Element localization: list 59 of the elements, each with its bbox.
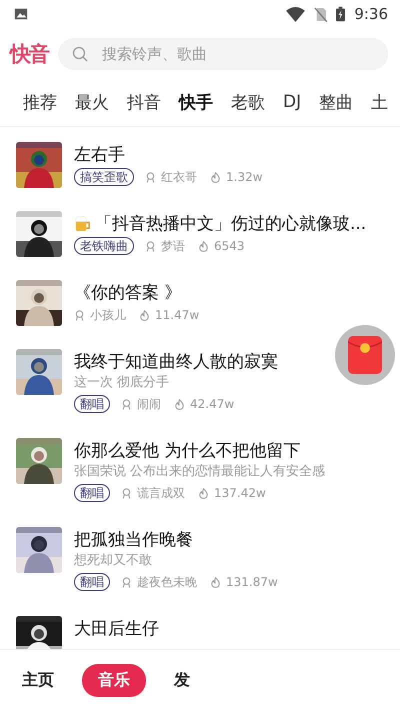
person-icon [145,172,156,182]
song-title[interactable]: 大田后生仔 [74,616,159,640]
status-time: 9:36 [354,5,388,23]
nav-tab[interactable]: 发 [164,664,200,696]
play-count: 137.42w [214,486,266,500]
beer-mug-icon [74,214,91,232]
author-name: 梦语 [161,238,185,254]
category-tag: 搞笑歪歌 [74,168,134,186]
song-title[interactable]: 「抖音热播中文」伤过的心就像玻... [95,212,366,234]
author-name: 趁夜色未晚 [137,574,197,590]
flame-icon [198,240,209,252]
author-name: 小孩儿 [90,306,126,324]
author-name: 闹闹 [137,396,161,412]
play-count: 11.47w [155,308,200,322]
category-tag: 翻唱 [74,395,110,413]
category-tab[interactable]: 推荐 [14,80,66,126]
battery-icon [336,6,346,22]
song-title[interactable]: 《你的答案 》 [74,280,182,304]
app-logo: 快音 [10,41,48,68]
song-title[interactable]: 你那么爱他 为什么不把他留下 [74,438,300,462]
wifi-icon [286,6,306,22]
person-icon [74,310,85,320]
song-title[interactable]: 我终于知道曲终人散的寂寞 [74,350,278,372]
song-subtitle: 张国荣说 公布出来的恋情最能让人有安全感 [74,463,326,481]
category-tab[interactable]: DJ [274,82,310,124]
nav-tab[interactable]: 主页 [12,664,64,696]
search-icon [72,46,88,62]
play-count: 1.32w [226,170,263,184]
category-tag: 翻唱 [74,573,110,591]
category-tag: 老铁嗨曲 [74,237,134,255]
song-subtitle: 想死却又不敢 [74,552,153,570]
person-icon [121,398,132,410]
person-icon [121,488,132,498]
song-subtitle: 这一次 彻底分手 [74,374,170,392]
category-tag: 翻唱 [74,484,110,502]
song-title[interactable]: 左右手 [74,142,125,166]
author-name: 谎言成双 [137,484,185,502]
search-field[interactable]: 搜索铃声、歌曲 [58,38,388,70]
image-icon [14,7,28,21]
nav-tab[interactable]: 音乐 [82,664,146,696]
play-count: 42.47w [190,397,234,411]
author-name: 红衣哥 [161,168,197,186]
person-icon [121,576,132,588]
category-tab[interactable]: 抖音 [118,80,170,126]
category-tab[interactable]: 整曲 [310,80,362,126]
play-count: 6543 [214,239,245,253]
flame-icon [210,172,221,182]
flame-icon [198,488,209,498]
person-icon [145,240,156,252]
category-tab[interactable]: 最火 [66,80,118,126]
category-tab[interactable]: 老歌 [222,80,274,126]
song-title[interactable]: 把孤独当作晚餐 [74,528,193,550]
category-tab[interactable]: 土 [362,80,398,126]
play-count: 131.87w [226,575,278,589]
envelope-icon [348,336,382,374]
flame-icon [210,576,221,588]
no-sim-icon [314,6,328,22]
flame-icon [139,310,150,320]
flame-icon [174,398,185,410]
